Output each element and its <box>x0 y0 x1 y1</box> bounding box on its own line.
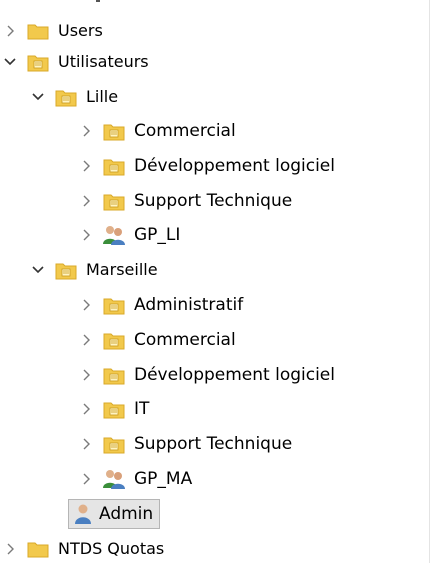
tree-item-label: Support Technique <box>134 191 293 211</box>
chevron-right-icon[interactable] <box>0 17 20 45</box>
chevron-right-icon[interactable] <box>76 430 96 458</box>
tree-item-marseille[interactable]: Marseille <box>28 253 158 287</box>
chevron-right-icon[interactable] <box>76 152 96 180</box>
ou-folder-icon <box>102 189 126 213</box>
tree-item-label: Marseille <box>86 260 158 279</box>
tree-item-label: Développement logiciel <box>134 156 335 176</box>
tree-item-admin[interactable]: Admin <box>68 497 161 531</box>
tree-item-developpement-logiciel[interactable]: Développement logiciel <box>76 358 335 392</box>
group-icon <box>102 467 126 491</box>
user-icon <box>71 502 95 526</box>
ou-folder-icon <box>102 363 126 387</box>
tree-item-label: GP_LI <box>134 225 181 245</box>
tree-item-label: IT <box>134 399 150 419</box>
chevron-right-icon[interactable] <box>76 117 96 145</box>
tree-item-label: Développement logiciel <box>134 365 335 385</box>
pane-divider <box>429 0 430 563</box>
tree-item-label: Administratif <box>134 295 244 315</box>
chevron-down-icon[interactable] <box>28 256 48 284</box>
tree-item-support-technique[interactable]: Support Technique <box>76 427 292 461</box>
tree-item-it[interactable]: IT <box>76 392 149 426</box>
ou-folder-icon <box>102 397 126 421</box>
group-icon <box>102 223 126 247</box>
tree-item-label: Commercial <box>134 330 236 350</box>
chevron-right-icon[interactable] <box>76 395 96 423</box>
tree-item-utilisateurs[interactable]: Utilisateurs <box>0 45 149 79</box>
tree-item-label: Users <box>58 21 103 40</box>
chevron-down-icon[interactable] <box>28 83 48 111</box>
tree-item-label: Admin <box>99 504 154 524</box>
tree-item-label: Utilisateurs <box>58 52 149 71</box>
chevron-right-icon[interactable] <box>76 361 96 389</box>
tree-item-support-technique[interactable]: Support Technique <box>76 184 292 218</box>
tree-item-administratif[interactable]: Administratif <box>76 288 243 322</box>
tree-item-gp-li[interactable]: GP_LI <box>76 218 180 252</box>
tree-item-developpement-logiciel[interactable]: Développement logiciel <box>76 149 335 183</box>
tree-item-ntds-quotas[interactable]: NTDS Quotas <box>0 532 164 563</box>
directory-tree: Users Utilisateurs Lille Commercial Déve… <box>0 0 434 563</box>
tree-item-users[interactable]: Users <box>0 14 103 48</box>
ou-folder-icon <box>26 50 50 74</box>
tree-item-label: NTDS Quotas <box>58 539 165 558</box>
chevron-down-icon[interactable] <box>0 48 20 76</box>
selection-highlight[interactable]: Admin <box>68 499 161 529</box>
tree-item-label: GP_MA <box>134 469 193 489</box>
ou-folder-icon <box>102 328 126 352</box>
ou-folder-icon <box>102 119 126 143</box>
tree-item-label: Commercial <box>134 121 236 141</box>
ou-folder-icon <box>102 293 126 317</box>
tree-item-gp-ma[interactable]: GP_MA <box>76 462 192 496</box>
chevron-right-icon[interactable] <box>76 326 96 354</box>
tree-item-label: Support Technique <box>134 434 293 454</box>
tree-item-commercial[interactable]: Commercial <box>76 114 236 148</box>
clipped-item-fragment <box>96 0 100 2</box>
chevron-right-icon[interactable] <box>76 187 96 215</box>
ou-folder-icon <box>102 154 126 178</box>
ou-folder-icon <box>54 258 78 282</box>
folder-icon <box>26 537 50 561</box>
chevron-right-icon[interactable] <box>76 221 96 249</box>
tree-item-commercial[interactable]: Commercial <box>76 323 236 357</box>
folder-icon <box>26 19 50 43</box>
ou-folder-icon <box>54 85 78 109</box>
ou-folder-icon <box>102 432 126 456</box>
chevron-right-icon[interactable] <box>76 465 96 493</box>
chevron-right-icon[interactable] <box>76 291 96 319</box>
tree-item-lille[interactable]: Lille <box>28 80 118 114</box>
tree-item-label: Lille <box>86 87 119 106</box>
chevron-right-icon[interactable] <box>0 535 20 563</box>
